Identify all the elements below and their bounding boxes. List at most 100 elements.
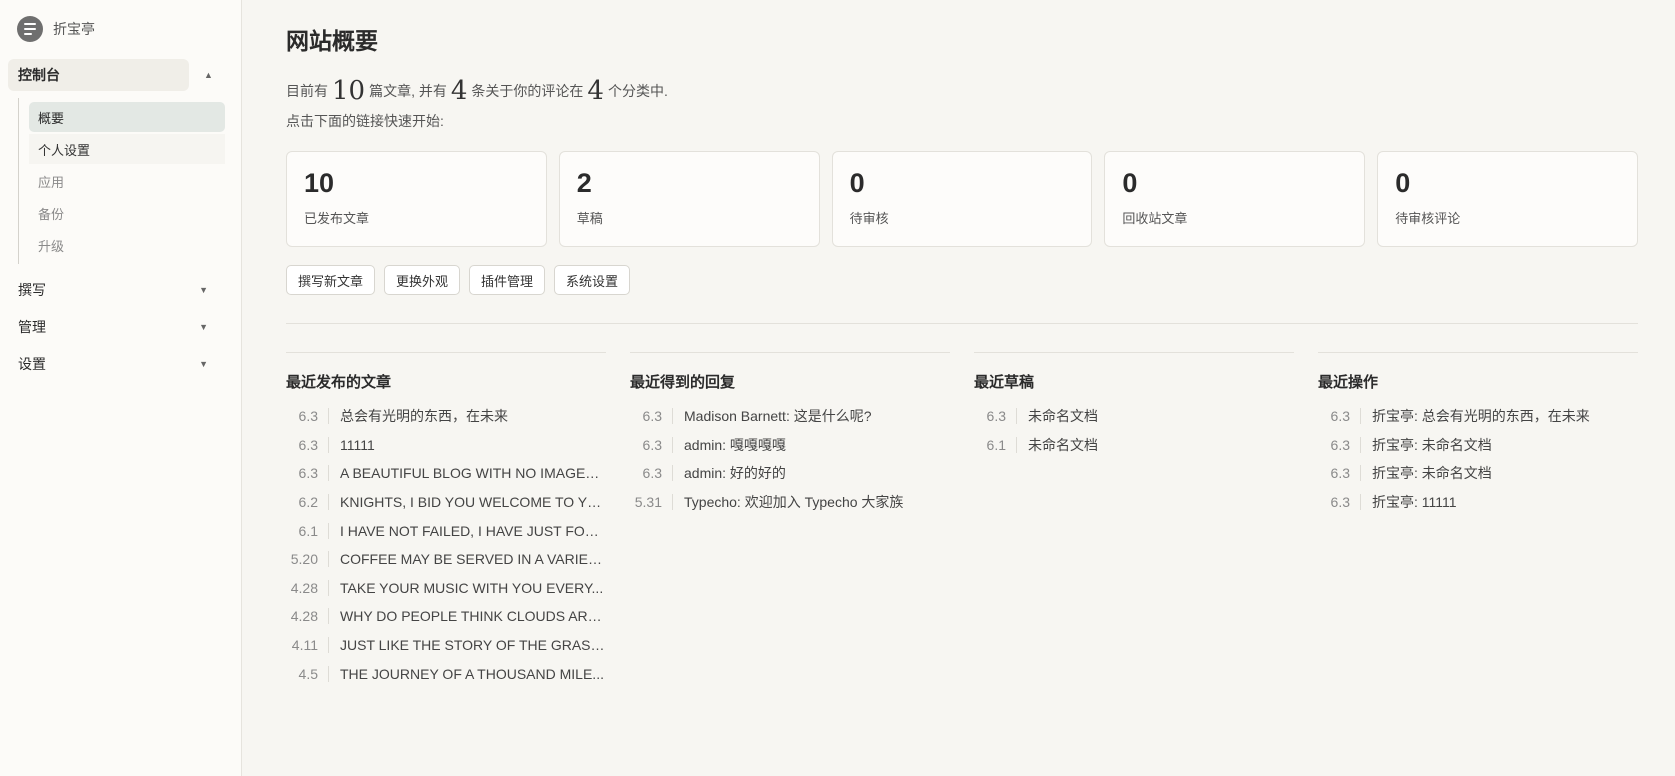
list-item[interactable]: 6.1 未命名文档 xyxy=(974,431,1294,460)
subnav-item-overview[interactable]: 概要 xyxy=(29,102,225,132)
list-item[interactable]: 4.28 TAKE YOUR MUSIC WITH YOU EVERY... xyxy=(286,574,606,603)
stat-card-trash[interactable]: 0 回收站文章 xyxy=(1104,151,1366,247)
item-link[interactable]: admin: 嘎嘎嘎嘎 xyxy=(673,435,786,455)
summary-text: 篇文章, 并有 xyxy=(369,83,447,99)
list-item[interactable]: 4.11 JUST LIKE THE STORY OF THE GRASS... xyxy=(286,631,606,660)
stat-card-drafts[interactable]: 2 草稿 xyxy=(558,151,820,247)
console-subnav: 概要 个人设置 应用 备份 升级 xyxy=(18,98,226,264)
list-item[interactable]: 6.3 折宝亭: 11111 xyxy=(1318,488,1638,517)
list-item[interactable]: 6.3 折宝亭: 未命名文档 xyxy=(1318,431,1638,460)
item-date: 6.3 xyxy=(286,408,329,425)
list-item[interactable]: 6.2 KNIGHTS, I BID YOU WELCOME TO YO... xyxy=(286,488,606,517)
site-summary: 目前有 10 篇文章, 并有 4 条关于你的评论在 4 个分类中. xyxy=(286,78,668,104)
item-link[interactable]: 11111 xyxy=(329,437,375,453)
item-link[interactable]: admin: 好的好的 xyxy=(673,463,786,483)
system-settings-button[interactable]: 系统设置 xyxy=(554,265,631,295)
nav-group-label: 管理 xyxy=(18,319,46,335)
write-post-button[interactable]: 撰写新文章 xyxy=(286,265,376,295)
item-link[interactable]: COFFEE MAY BE SERVED IN A VARIETY... xyxy=(329,551,606,567)
list-item[interactable]: 5.31 Typecho: 欢迎加入 Typecho 大家族 xyxy=(630,488,950,517)
sidebar: 折宝亭 控制台 ▲ 概要 个人设置 应用 备份 升级 撰写 ▼ 管理 ▼ 设置 … xyxy=(0,0,242,776)
item-date: 6.1 xyxy=(974,436,1017,453)
subnav-item-apps[interactable]: 应用 xyxy=(29,166,225,196)
item-date: 6.3 xyxy=(286,436,329,453)
stat-card-pending[interactable]: 0 待审核 xyxy=(831,151,1093,247)
item-link[interactable]: JUST LIKE THE STORY OF THE GRASS... xyxy=(329,637,606,653)
quick-actions: 撰写新文章 更换外观 插件管理 系统设置 xyxy=(286,265,631,295)
nav-group-write[interactable]: 撰写 ▼ xyxy=(8,274,234,306)
item-date: 6.2 xyxy=(286,494,329,511)
list-item[interactable]: 6.1 I HAVE NOT FAILED, I HAVE JUST FOU... xyxy=(286,516,606,545)
list-item[interactable]: 6.3 折宝亭: 总会有光明的东西，在未来 xyxy=(1318,402,1638,431)
list-item[interactable]: 6.3 admin: 好的好的 xyxy=(630,459,950,488)
brand[interactable]: 折宝亭 xyxy=(17,16,95,42)
item-date: 6.3 xyxy=(974,408,1017,425)
item-date: 5.20 xyxy=(286,551,329,568)
subnav-item-profile[interactable]: 个人设置 xyxy=(29,134,225,164)
item-link[interactable]: Typecho: 欢迎加入 Typecho 大家族 xyxy=(673,492,903,512)
item-link[interactable]: THE JOURNEY OF A THOUSAND MILE... xyxy=(329,666,604,682)
subnav-label: 概要 xyxy=(38,110,65,126)
caret-down-icon: ▼ xyxy=(199,359,208,369)
stat-label: 待审核 xyxy=(849,211,889,226)
list-item[interactable]: 6.3 Madison Barnett: 这是什么呢? xyxy=(630,402,950,431)
item-date: 6.3 xyxy=(630,436,673,453)
recent-posts: 最近发布的文章 6.3 总会有光明的东西，在未来 6.3 11111 6.3 A BE… xyxy=(286,352,606,688)
item-link[interactable]: 折宝亭: 未命名文档 xyxy=(1361,463,1492,483)
list-item[interactable]: 6.3 折宝亭: 未命名文档 xyxy=(1318,459,1638,488)
item-link[interactable]: I HAVE NOT FAILED, I HAVE JUST FOU... xyxy=(329,523,606,539)
item-date: 6.3 xyxy=(1318,465,1361,482)
item-link[interactable]: 未命名文档 xyxy=(1017,406,1098,426)
brand-name: 折宝亭 xyxy=(53,21,95,37)
list-item[interactable]: 6.3 未命名文档 xyxy=(974,402,1294,431)
change-theme-button[interactable]: 更换外观 xyxy=(384,265,461,295)
item-link[interactable]: 折宝亭: 总会有光明的东西，在未来 xyxy=(1361,406,1590,426)
list-item[interactable]: 6.3 总会有光明的东西，在未来 xyxy=(286,402,606,431)
stat-card-published[interactable]: 10 已发布文章 xyxy=(286,151,547,247)
item-link[interactable]: A BEAUTIFUL BLOG WITH NO IMAGES ... xyxy=(329,465,606,481)
list-item[interactable]: 4.28 WHY DO PEOPLE THINK CLOUDS ARE ... xyxy=(286,602,606,631)
item-date: 5.31 xyxy=(630,494,673,511)
list-item[interactable]: 6.3 A BEAUTIFUL BLOG WITH NO IMAGES ... xyxy=(286,459,606,488)
subnav-item-upgrade[interactable]: 升级 xyxy=(29,230,225,260)
item-date: 6.3 xyxy=(286,465,329,482)
list-item[interactable]: 5.20 COFFEE MAY BE SERVED IN A VARIETY... xyxy=(286,545,606,574)
nav-group-manage[interactable]: 管理 ▼ xyxy=(8,311,234,343)
stat-label: 草稿 xyxy=(576,211,603,226)
summary-text: 目前有 xyxy=(286,83,328,99)
subnav-label: 个人设置 xyxy=(38,142,91,158)
recent-drafts: 最近草稿 6.3 未命名文档 6.1 未命名文档 xyxy=(974,352,1294,688)
post-count: 10 xyxy=(332,76,366,106)
recent-actions: 最近操作 6.3 折宝亭: 总会有光明的东西，在未来 6.3 折宝亭: 未命名文档 … xyxy=(1318,352,1638,688)
item-link[interactable]: WHY DO PEOPLE THINK CLOUDS ARE ... xyxy=(329,608,606,624)
plugins-button[interactable]: 插件管理 xyxy=(469,265,546,295)
list-item[interactable]: 4.5 THE JOURNEY OF A THOUSAND MILE... xyxy=(286,659,606,688)
menu-logo-icon xyxy=(17,16,43,42)
nav-group-label: 设置 xyxy=(18,356,46,372)
caret-up-icon[interactable]: ▲ xyxy=(204,70,213,80)
item-date: 6.3 xyxy=(630,465,673,482)
section-title: 最近草稿 xyxy=(974,374,1035,391)
subnav-item-backup[interactable]: 备份 xyxy=(29,198,225,228)
item-date: 4.5 xyxy=(286,665,329,682)
nav-group-console[interactable]: 控制台 xyxy=(8,59,189,91)
item-link[interactable]: Madison Barnett: 这是什么呢? xyxy=(673,406,872,426)
page-title: 网站概要 xyxy=(286,28,378,54)
stat-label: 待审核评论 xyxy=(1395,211,1461,226)
item-link[interactable]: 折宝亭: 11111 xyxy=(1361,492,1457,512)
item-link[interactable]: KNIGHTS, I BID YOU WELCOME TO YO... xyxy=(329,494,606,510)
stat-card-pending-comments[interactable]: 0 待审核评论 xyxy=(1377,151,1638,247)
item-link[interactable]: TAKE YOUR MUSIC WITH YOU EVERY... xyxy=(329,580,603,596)
item-link[interactable]: 未命名文档 xyxy=(1017,435,1098,455)
item-link[interactable]: 折宝亭: 未命名文档 xyxy=(1361,435,1492,455)
subnav-label: 升级 xyxy=(38,238,65,254)
list-item[interactable]: 6.3 11111 xyxy=(286,431,606,460)
nav-group-settings[interactable]: 设置 ▼ xyxy=(8,348,234,380)
nav-group-label: 控制台 xyxy=(18,67,60,83)
subnav-label: 备份 xyxy=(38,206,65,222)
divider xyxy=(286,323,1638,324)
comment-count: 4 xyxy=(450,76,468,106)
item-link[interactable]: 总会有光明的东西，在未来 xyxy=(329,406,508,426)
section-title: 最近得到的回复 xyxy=(630,374,736,391)
list-item[interactable]: 6.3 admin: 嘎嘎嘎嘎 xyxy=(630,431,950,460)
